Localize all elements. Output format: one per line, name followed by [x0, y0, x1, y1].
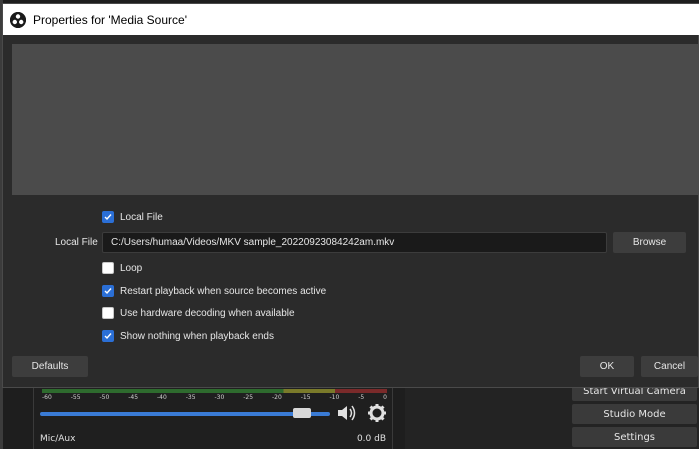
- restart-playback-label: Restart playback when source becomes act…: [120, 285, 327, 297]
- meter-tick: -30: [214, 394, 225, 401]
- show-nothing-checkbox[interactable]: [102, 330, 114, 342]
- properties-dialog: Properties for 'Media Source' Local File…: [2, 3, 699, 388]
- meter-tick: -25: [243, 394, 254, 401]
- hardware-decoding-checkbox-row[interactable]: Use hardware decoding when available: [102, 305, 295, 321]
- meter-tick: -50: [99, 394, 110, 401]
- meter-tick: -55: [70, 394, 81, 401]
- restart-playback-checkbox-row[interactable]: Restart playback when source becomes act…: [102, 283, 326, 299]
- speaker-icon[interactable]: [336, 403, 358, 423]
- check-icon: [104, 214, 112, 221]
- obs-logo-icon: [10, 11, 26, 28]
- check-icon: [104, 333, 112, 340]
- volume-slider-track[interactable]: [40, 412, 330, 416]
- meter-tick: -5: [358, 394, 365, 401]
- meter-tick: -60: [42, 394, 52, 401]
- dialog-titlebar[interactable]: Properties for 'Media Source': [3, 4, 699, 35]
- local-file-checkbox-label: Local File: [120, 211, 163, 223]
- hardware-decoding-checkbox[interactable]: [102, 307, 114, 319]
- local-file-checkbox[interactable]: [102, 211, 114, 223]
- check-icon: [104, 288, 112, 295]
- gear-icon[interactable]: [367, 403, 387, 423]
- loop-checkbox[interactable]: [102, 262, 114, 274]
- local-file-path-input[interactable]: C:/Users/humaa/Videos/MKV sample_2022092…: [102, 232, 607, 253]
- defaults-button[interactable]: Defaults: [12, 356, 88, 377]
- source-preview: [12, 44, 699, 195]
- volume-slider-handle[interactable]: [292, 408, 311, 418]
- mixer-source-name: Mic/Aux: [40, 434, 76, 444]
- volume-meter: [42, 389, 387, 393]
- meter-tick: -35: [185, 394, 196, 401]
- loop-label: Loop: [120, 262, 143, 274]
- audio-mixer: -60 -55 -50 -45 -40 -35 -30 -25 -20 -15 …: [33, 386, 393, 449]
- restart-playback-checkbox[interactable]: [102, 285, 114, 297]
- browse-button[interactable]: Browse: [613, 232, 686, 253]
- local-file-checkbox-row[interactable]: Local File: [102, 209, 163, 225]
- show-nothing-label: Show nothing when playback ends: [120, 330, 274, 342]
- local-file-label: Local File: [55, 237, 98, 248]
- loop-checkbox-row[interactable]: Loop: [102, 260, 142, 276]
- mixer-db-value: 0.0 dB: [356, 434, 386, 444]
- cancel-button[interactable]: Cancel: [641, 356, 698, 377]
- studio-mode-button[interactable]: Studio Mode: [572, 404, 697, 424]
- ok-button[interactable]: OK: [580, 356, 634, 377]
- meter-tick: -40: [157, 394, 167, 401]
- settings-button[interactable]: Settings: [572, 427, 697, 447]
- show-nothing-checkbox-row[interactable]: Show nothing when playback ends: [102, 328, 274, 344]
- hardware-decoding-label: Use hardware decoding when available: [120, 307, 295, 319]
- dialog-title: Properties for 'Media Source': [33, 12, 187, 27]
- meter-tick: -45: [128, 394, 139, 401]
- meter-tick: -20: [272, 394, 282, 401]
- meter-tick: -15: [300, 394, 311, 401]
